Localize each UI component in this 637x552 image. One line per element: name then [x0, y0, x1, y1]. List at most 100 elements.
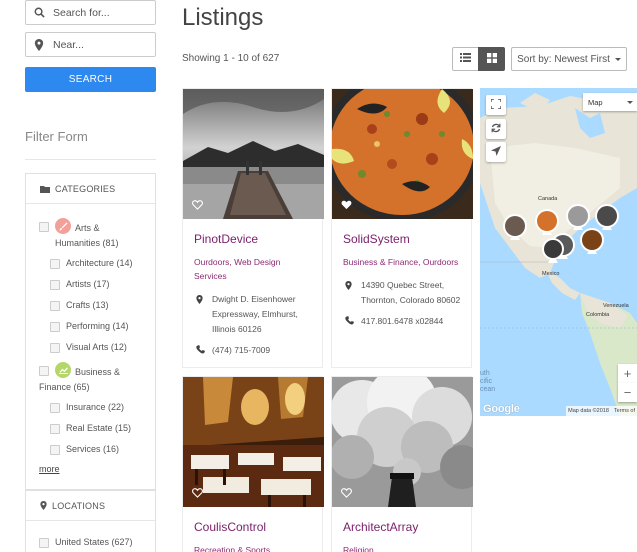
category-performing[interactable]: Performing (14) [50, 321, 129, 332]
search-field[interactable] [25, 0, 156, 25]
checkbox[interactable] [50, 301, 60, 311]
listing-card[interactable]: ArchitectArray Religion [331, 376, 473, 552]
map-marker[interactable] [580, 228, 604, 254]
map-marker[interactable] [595, 204, 619, 230]
zoom-in-button[interactable]: + [618, 364, 637, 383]
category-artists[interactable]: Artists (17) [50, 279, 110, 290]
phone-text: (474) 715-7009 [212, 344, 271, 355]
category-insurance[interactable]: Insurance (22) [50, 402, 124, 413]
map-marker[interactable] [566, 204, 590, 230]
list-view-button[interactable] [452, 47, 479, 71]
location-label: United States (627) [55, 537, 133, 547]
listing-phone: 417.801.6478 x02844 [345, 314, 463, 327]
heart-icon[interactable] [192, 488, 203, 501]
listing-address: Dwight D. Eisenhower Expressway, Elmhurs… [196, 292, 314, 337]
heart-icon[interactable] [341, 200, 352, 213]
checkbox[interactable] [50, 280, 60, 290]
listing-title[interactable]: SolidSystem [343, 232, 471, 246]
listing-categories[interactable]: Business & Finance, Ourdoors [343, 255, 460, 269]
listing-card[interactable]: CoulisControl Recreation & Sports [182, 376, 324, 552]
search-input[interactable] [53, 6, 143, 19]
listing-categories[interactable]: Ourdoors, Web Design Services [194, 255, 311, 283]
listing-phone: (474) 715-7009 [196, 343, 314, 356]
phone-icon [345, 316, 357, 327]
category-label: Architecture (14) [66, 258, 133, 268]
map-marker[interactable] [535, 209, 559, 235]
chevron-down-icon [614, 57, 621, 61]
listings-map[interactable]: Map Canada Mexico Venezuela Colombia uth… [480, 88, 637, 416]
more-categories-link[interactable]: more [39, 464, 60, 474]
listing-image-restaurant[interactable] [183, 377, 324, 507]
locations-panel: LOCATIONS United States (627) [25, 490, 156, 552]
categories-heading: CATEGORIES [55, 183, 116, 194]
listing-card[interactable]: PinotDevice Ourdoors, Web Design Service… [182, 88, 324, 368]
address-text: 14390 Quebec Street, Thornton, Colorado … [361, 280, 461, 305]
locations-header[interactable]: LOCATIONS [26, 491, 155, 521]
near-input[interactable] [53, 38, 143, 51]
near-field[interactable] [25, 32, 156, 57]
terms-link[interactable]: Terms of [614, 408, 635, 414]
page-title: Listings [182, 4, 264, 31]
location-united-states[interactable]: United States (627) [39, 537, 133, 548]
list-icon [460, 53, 471, 65]
category-arts-humanities[interactable]: Arts & Humanities (81) [39, 218, 119, 251]
category-label: Services (16) [66, 444, 120, 454]
checkbox[interactable] [39, 222, 49, 232]
checkbox[interactable] [50, 259, 60, 269]
locations-heading: LOCATIONS [52, 500, 106, 511]
brush-icon [55, 218, 71, 234]
listing-card[interactable]: SolidSystem Business & Finance, Ourdoors… [331, 88, 473, 368]
listing-address: 14390 Quebec Street, Thornton, Colorado … [345, 278, 463, 308]
sort-label: Sort by: Newest First [517, 53, 610, 65]
sort-dropdown[interactable]: Sort by: Newest First [511, 47, 627, 71]
category-business-finance[interactable]: Business & Finance (65) [39, 362, 121, 395]
zoom-out-button[interactable]: − [618, 383, 637, 402]
search-button[interactable]: SEARCH [25, 67, 156, 92]
checkbox[interactable] [50, 343, 60, 353]
listing-title[interactable]: ArchitectArray [343, 520, 471, 534]
checkbox[interactable] [50, 445, 60, 455]
chart-icon [55, 362, 71, 378]
categories-panel: CATEGORIES Arts & Humanities (81) Archit… [25, 173, 156, 490]
category-label: Arts & [75, 223, 100, 233]
categories-header[interactable]: CATEGORIES [26, 174, 155, 204]
category-architecture[interactable]: Architecture (14) [50, 258, 133, 269]
location-pin-icon [40, 501, 47, 510]
category-label: Finance (65) [39, 382, 90, 392]
heart-icon[interactable] [341, 488, 352, 501]
checkbox[interactable] [50, 403, 60, 413]
results-count: Showing 1 - 10 of 627 [182, 53, 280, 64]
category-real-estate[interactable]: Real Estate (15) [50, 423, 131, 434]
category-label: Performing (14) [66, 321, 129, 331]
folder-icon [40, 185, 50, 193]
category-crafts[interactable]: Crafts (13) [50, 300, 109, 311]
listing-categories[interactable]: Religion [343, 543, 460, 552]
checkbox[interactable] [50, 424, 60, 434]
search-icon [33, 7, 45, 19]
checkbox[interactable] [50, 322, 60, 332]
listing-image-paella[interactable] [332, 89, 473, 219]
checkbox[interactable] [39, 538, 49, 548]
map-marker[interactable] [503, 214, 527, 240]
address-text: Dwight D. Eisenhower Expressway, Elmhurs… [212, 294, 298, 334]
category-label: Artists (17) [66, 279, 110, 289]
map-data-text: Map data ©2018 [568, 408, 609, 414]
grid-view-button[interactable] [478, 47, 505, 71]
category-label: Business & [75, 367, 121, 377]
map-markers [503, 204, 619, 263]
listing-image-smokestack[interactable] [332, 377, 473, 507]
listing-title[interactable]: PinotDevice [194, 232, 322, 246]
category-label: Real Estate (15) [66, 423, 132, 433]
heart-icon[interactable] [192, 200, 203, 213]
map-attribution: Map data ©2018 Terms of [566, 406, 637, 416]
map-marker[interactable] [542, 238, 564, 263]
location-pin-icon [196, 294, 208, 337]
category-services[interactable]: Services (16) [50, 444, 119, 455]
filter-form-title: Filter Form [25, 129, 88, 144]
listing-image-lake-dock[interactable] [183, 89, 324, 219]
category-visual-arts[interactable]: Visual Arts (12) [50, 342, 127, 353]
listing-categories[interactable]: Recreation & Sports [194, 543, 311, 552]
listing-title[interactable]: CoulisControl [194, 520, 322, 534]
google-logo: Google [483, 403, 520, 415]
checkbox[interactable] [39, 366, 49, 376]
